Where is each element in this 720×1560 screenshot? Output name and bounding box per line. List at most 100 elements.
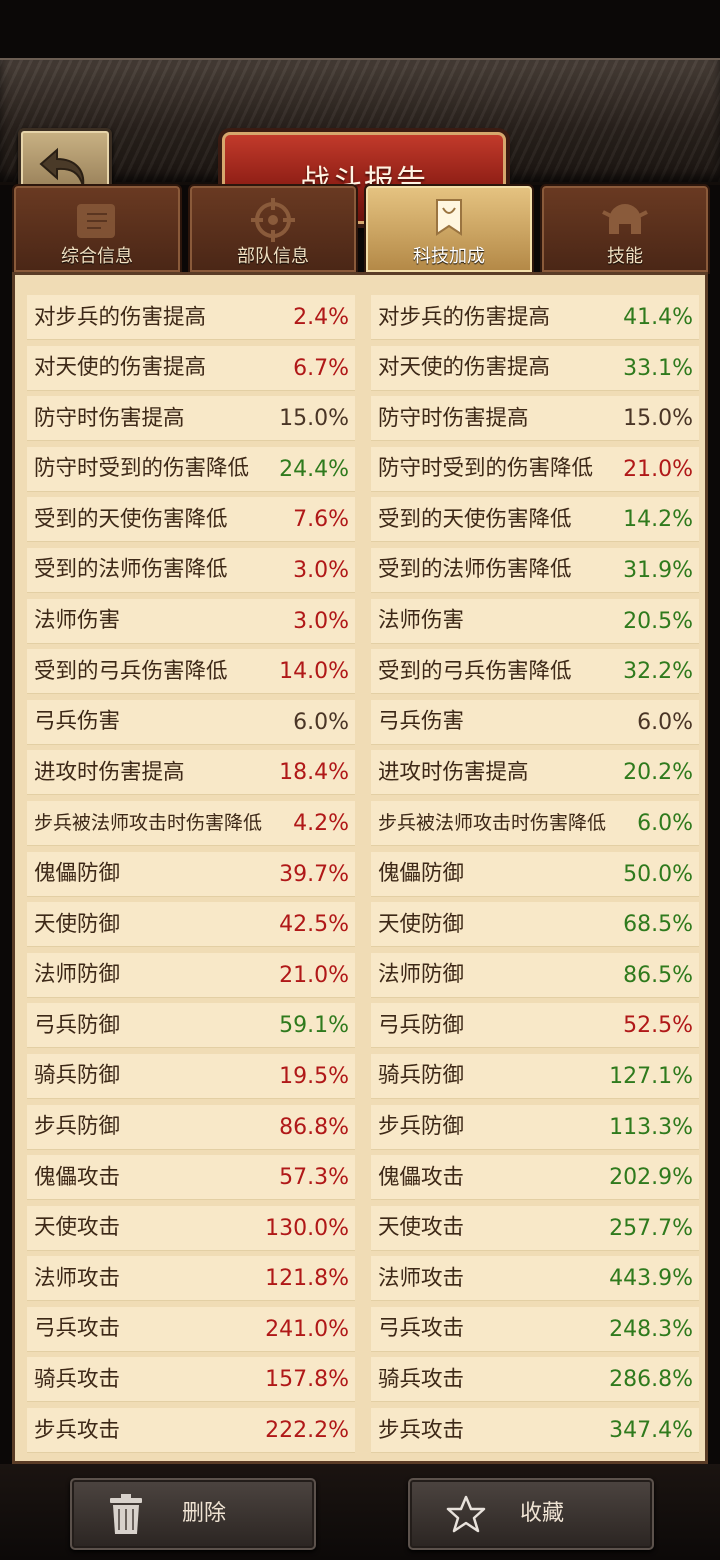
stat-label: 傀儡防御 [378, 861, 465, 887]
stat-label: 进攻时伤害提高 [34, 759, 185, 785]
stat-row: 弓兵攻击 248.3% [371, 1306, 699, 1352]
stat-value: 347.4% [609, 1418, 693, 1444]
delete-button[interactable]: 删除 [70, 1478, 316, 1550]
stat-label: 防守时受到的伤害降低 [34, 456, 250, 482]
stat-label: 骑兵攻击 [34, 1366, 121, 1392]
stat-row: 受到的法师伤害降低 31.9% [371, 547, 699, 593]
crosshair-icon [251, 198, 295, 242]
battle-report-screen: 战斗报告 综合信息 部队信息 科技加成 技能 对步兵的伤害提高 2.4% 对天使… [0, 0, 720, 1560]
tab-bar: 综合信息 部队信息 科技加成 技能 [12, 180, 710, 274]
stat-value: 52.5% [623, 1013, 693, 1039]
stat-row: 骑兵防御 19.5% [27, 1053, 355, 1099]
tab-skills[interactable]: 技能 [540, 184, 710, 274]
star-icon [446, 1495, 486, 1533]
stat-value: 19.5% [279, 1063, 349, 1089]
stat-label: 步兵防御 [34, 1114, 121, 1139]
stat-value: 248.3% [609, 1316, 693, 1342]
stat-label: 受到的弓兵伤害降低 [378, 658, 572, 684]
stat-row: 对天使的伤害提高 6.7% [27, 345, 355, 391]
stat-row: 法师攻击 121.8% [27, 1256, 355, 1302]
header-bar: 战斗报告 [0, 58, 720, 224]
stat-value: 6.7% [293, 355, 349, 381]
stat-label: 对步兵的伤害提高 [34, 304, 207, 330]
stat-row: 防守时伤害提高 15.0% [27, 396, 355, 442]
stat-row: 法师伤害 3.0% [27, 598, 355, 644]
stat-label: 步兵攻击 [378, 1417, 465, 1443]
stat-row: 对步兵的伤害提高 2.4% [27, 295, 355, 340]
stat-row: 进攻时伤害提高 18.4% [27, 750, 355, 796]
stat-value: 6.0% [637, 709, 693, 735]
stat-label: 天使攻击 [34, 1215, 121, 1241]
stat-value: 31.9% [623, 557, 693, 583]
scroll-icon [77, 204, 115, 238]
tab-overview[interactable]: 综合信息 [12, 184, 182, 274]
stat-label: 步兵攻击 [34, 1417, 121, 1443]
trash-icon [110, 1494, 142, 1534]
stat-row: 弓兵防御 52.5% [371, 1003, 699, 1049]
stat-label: 受到的法师伤害降低 [34, 557, 228, 583]
stat-label: 对天使的伤害提高 [378, 355, 551, 381]
stat-label: 弓兵防御 [34, 1012, 121, 1038]
stat-row: 天使攻击 130.0% [27, 1205, 355, 1251]
stat-value: 443.9% [609, 1266, 693, 1292]
stat-row: 弓兵攻击 241.0% [27, 1306, 355, 1352]
tab-troops-label: 部队信息 [237, 246, 309, 267]
stat-value: 15.0% [279, 406, 349, 432]
stat-value: 2.4% [293, 305, 349, 330]
stat-value: 86.5% [623, 962, 693, 988]
stat-row: 对步兵的伤害提高 41.4% [371, 295, 699, 340]
stat-label: 对天使的伤害提高 [34, 355, 207, 381]
stat-value: 222.2% [265, 1418, 349, 1444]
stat-row: 法师防御 21.0% [27, 952, 355, 998]
stat-row: 弓兵伤害 6.0% [371, 699, 699, 745]
stat-row: 防守时受到的伤害降低 21.0% [371, 446, 699, 492]
stat-label: 步兵被法师攻击时伤害降低 [34, 811, 263, 834]
stat-row: 傀儡防御 50.0% [371, 851, 699, 897]
banner-icon [436, 199, 462, 236]
stat-label: 受到的法师伤害降低 [378, 557, 572, 583]
stat-value: 21.0% [279, 962, 349, 988]
stat-label: 天使防御 [378, 911, 465, 937]
stat-label: 受到的弓兵伤害降低 [34, 658, 228, 684]
tab-troops[interactable]: 部队信息 [188, 184, 358, 274]
stat-label: 骑兵防御 [34, 1063, 121, 1089]
stat-value: 59.1% [279, 1013, 349, 1039]
stat-value: 121.8% [265, 1266, 349, 1292]
stat-row: 傀儡攻击 57.3% [27, 1155, 355, 1201]
stat-label: 法师攻击 [378, 1265, 465, 1291]
stat-value: 57.3% [279, 1165, 349, 1191]
defender-stats-column: 对步兵的伤害提高 41.4% 对天使的伤害提高 33.1% 防守时伤害提高 15.0% 防守… [371, 295, 699, 1459]
favorite-button[interactable]: 收藏 [408, 1478, 654, 1550]
stat-label: 弓兵伤害 [378, 709, 465, 735]
stat-row: 步兵被法师攻击时伤害降低 6.0% [371, 800, 699, 846]
stat-label: 弓兵攻击 [34, 1316, 121, 1342]
stat-value: 20.5% [623, 608, 693, 634]
stat-label: 弓兵防御 [378, 1012, 465, 1038]
stat-row: 天使攻击 257.7% [371, 1205, 699, 1251]
stat-label: 傀儡攻击 [34, 1164, 121, 1190]
stat-row: 步兵被法师攻击时伤害降低 4.2% [27, 800, 355, 846]
stat-row: 受到的法师伤害降低 3.0% [27, 547, 355, 593]
stat-value: 24.4% [279, 456, 349, 482]
stat-value: 6.0% [637, 810, 693, 836]
stat-label: 法师防御 [378, 962, 465, 988]
stat-value: 257.7% [609, 1215, 693, 1241]
stat-value: 241.0% [265, 1316, 349, 1342]
tab-tech-bonus[interactable]: 科技加成 [364, 184, 534, 274]
stat-label: 弓兵攻击 [378, 1316, 465, 1342]
stat-row: 对天使的伤害提高 33.1% [371, 345, 699, 391]
stat-value: 4.2% [293, 810, 349, 836]
stat-value: 18.4% [279, 760, 349, 786]
stat-value: 50.0% [623, 861, 693, 887]
stat-value: 33.1% [623, 355, 693, 381]
stat-row: 傀儡攻击 202.9% [371, 1155, 699, 1201]
stat-row: 步兵防御 113.3% [371, 1104, 699, 1150]
stat-row: 弓兵伤害 6.0% [27, 699, 355, 745]
stat-label: 天使攻击 [378, 1215, 465, 1241]
stat-row: 步兵攻击 347.4% [371, 1408, 699, 1454]
stat-row: 法师攻击 443.9% [371, 1256, 699, 1302]
stat-label: 步兵防御 [378, 1114, 465, 1139]
stat-label: 法师伤害 [34, 608, 121, 634]
stat-value: 130.0% [265, 1215, 349, 1241]
stats-panel[interactable]: 对步兵的伤害提高 2.4% 对天使的伤害提高 6.7% 防守时伤害提高 15.0% 防守时受… [12, 272, 708, 1464]
